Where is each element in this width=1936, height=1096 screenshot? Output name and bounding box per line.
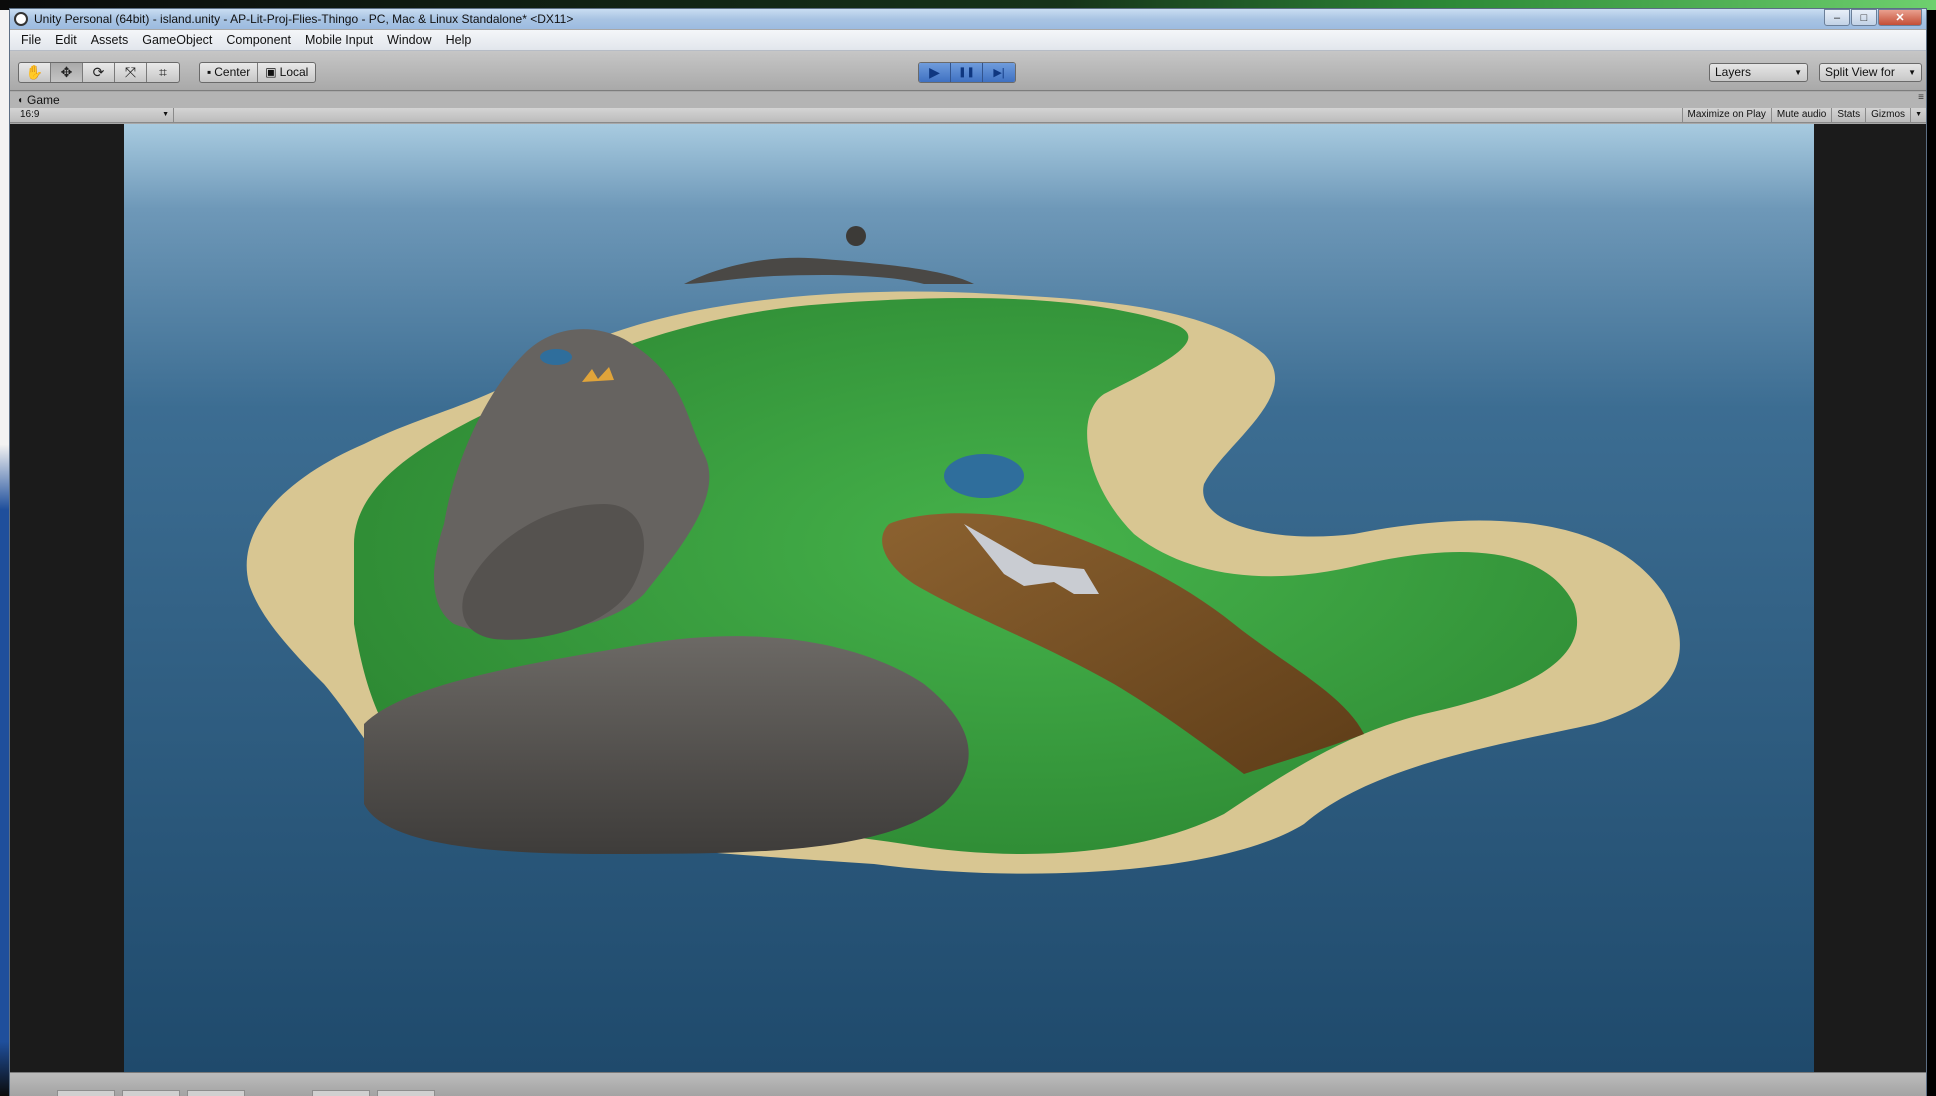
island-scene (124, 124, 1814, 1072)
menu-help[interactable]: Help (439, 30, 479, 51)
unity-logo-icon (14, 12, 28, 26)
pacman-icon: ◖ (17, 94, 24, 106)
layout-dropdown[interactable]: Split View for ▼ (1819, 63, 1922, 82)
maximize-button[interactable]: □ (1851, 9, 1877, 26)
bottom-tab[interactable] (312, 1090, 370, 1096)
title-bar[interactable]: Unity Personal (64bit) - island.unity - … (10, 9, 1926, 29)
rect-tool-icon[interactable]: ⌗ (147, 63, 179, 82)
aspect-ratio-label: 16:9 (20, 109, 40, 120)
menu-window[interactable]: Window (380, 30, 438, 51)
chevron-down-icon: ▼ (1794, 68, 1802, 77)
mute-audio-toggle[interactable]: Mute audio (1770, 108, 1831, 122)
pivot-local-label: Local (279, 65, 309, 79)
menu-component[interactable]: Component (219, 30, 298, 51)
game-tab-row: ◖ Game ≡ (10, 92, 1926, 108)
desktop-background-left (0, 10, 9, 1096)
game-viewport (10, 124, 1926, 1072)
layers-label: Layers (1715, 65, 1752, 79)
menu-assets[interactable]: Assets (84, 30, 136, 51)
move-tool-icon[interactable]: ✥ (51, 63, 83, 82)
pivot-center-icon: ▪ (207, 65, 212, 79)
scale-tool-icon[interactable]: ⤧ (115, 63, 147, 82)
hand-tool-icon[interactable]: ✋ (19, 63, 51, 82)
window-controls: ‒ □ ✕ (1824, 9, 1922, 26)
rotate-tool-icon[interactable]: ⟳ (83, 63, 115, 82)
tab-game-label: Game (27, 93, 60, 107)
pause-icon[interactable]: ❚❚ (951, 63, 983, 82)
tab-game[interactable]: ◖ Game (13, 92, 64, 108)
menu-bar: File Edit Assets GameObject Component Mo… (10, 30, 1926, 51)
bottom-tab[interactable] (122, 1090, 180, 1096)
game-view-toolbar: 16:9 ▼ Maximize on Play Mute audio Stats… (10, 108, 1926, 123)
pivot-center-button[interactable]: ▪ Center (200, 63, 259, 82)
chevron-down-icon: ▼ (1908, 68, 1916, 77)
pivot-center-label: Center (214, 65, 251, 79)
stats-toggle[interactable]: Stats (1831, 108, 1865, 122)
unity-editor-window: Unity Personal (64bit) - island.unity - … (9, 8, 1927, 1096)
aspect-ratio-dropdown[interactable]: 16:9 ▼ (10, 108, 174, 122)
crater-lake (540, 349, 572, 365)
bottom-tab[interactable] (57, 1090, 115, 1096)
pivot-local-icon: ▣ (265, 65, 277, 79)
close-button[interactable]: ✕ (1878, 9, 1922, 26)
gizmos-toggle[interactable]: Gizmos (1865, 108, 1910, 122)
window-title: Unity Personal (64bit) - island.unity - … (34, 12, 574, 26)
play-icon[interactable]: ▶ (919, 63, 951, 82)
menu-file[interactable]: File (14, 30, 48, 51)
play-controls: ▶ ❚❚ ▶| (918, 62, 1016, 83)
minimize-button[interactable]: ‒ (1824, 9, 1850, 26)
pivot-toggles: ▪ Center ▣ Local (199, 62, 317, 83)
menu-gameobject[interactable]: GameObject (135, 30, 219, 51)
layers-dropdown[interactable]: Layers ▼ (1709, 63, 1808, 82)
maximize-on-play-toggle[interactable]: Maximize on Play (1681, 108, 1771, 122)
menu-edit[interactable]: Edit (48, 30, 84, 51)
lagoon (944, 454, 1024, 498)
layout-label: Split View for (1825, 65, 1895, 79)
game-view-toggles: Maximize on Play Mute audio Stats Gizmos… (1681, 108, 1926, 122)
chevron-down-icon: ▼ (162, 111, 169, 118)
menu-mobile-input[interactable]: Mobile Input (298, 30, 380, 51)
step-icon[interactable]: ▶| (983, 63, 1015, 82)
pivot-local-button[interactable]: ▣ Local (258, 63, 315, 82)
main-toolbar: ✋ ✥ ⟳ ⤧ ⌗ ▪ Center ▣ Local ▶ ❚❚ ▶| Layer… (10, 51, 1926, 91)
transform-tools: ✋ ✥ ⟳ ⤧ ⌗ (18, 62, 180, 83)
status-bar (10, 1072, 1926, 1096)
game-render[interactable] (124, 124, 1814, 1072)
lighthouse-rock (846, 226, 866, 246)
bottom-tab[interactable] (377, 1090, 435, 1096)
bottom-tab[interactable] (187, 1090, 245, 1096)
panel-menu-icon[interactable]: ≡ (1918, 92, 1924, 103)
chevron-down-icon[interactable]: ▼ (1910, 108, 1926, 122)
